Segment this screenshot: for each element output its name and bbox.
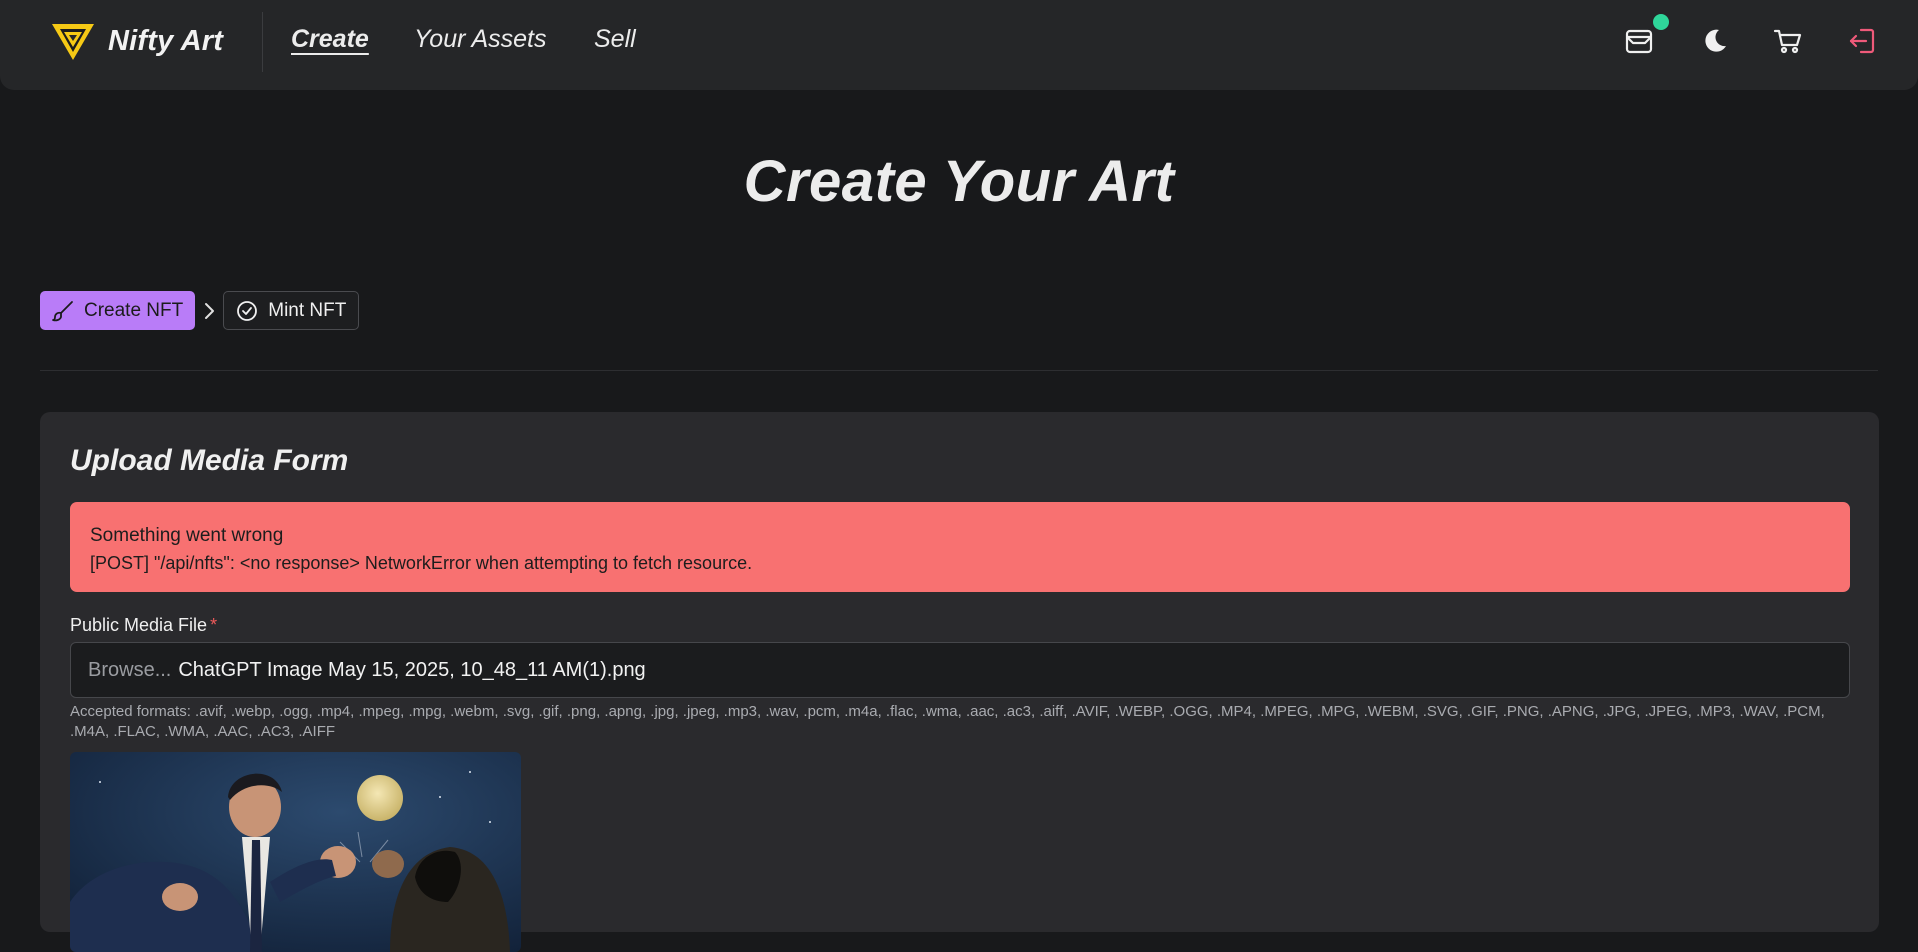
cart-icon[interactable]: [1773, 26, 1803, 56]
media-preview-image: [70, 752, 521, 952]
nav-link-sell[interactable]: Sell: [594, 25, 636, 54]
chevron-right-icon: [205, 302, 215, 319]
upload-media-form: Upload Media Form Something went wrong […: [40, 412, 1879, 952]
accepted-formats-hint: Accepted formats: .avif, .webp, .ogg, .m…: [70, 703, 1825, 740]
step-mint-nft[interactable]: Mint NFT: [223, 291, 360, 330]
stepper: Create NFT Mint NFT: [40, 291, 360, 330]
step-create-nft[interactable]: Create NFT: [40, 291, 196, 330]
nav-link-create[interactable]: Create: [291, 25, 369, 54]
browse-button[interactable]: Browse...: [88, 659, 171, 682]
logo-icon: [52, 24, 94, 60]
selected-file-name: ChatGPT Image May 15, 2025, 10_48_11 AM(…: [178, 658, 646, 681]
label-text: Public Media File: [70, 615, 208, 635]
required-mark: *: [210, 615, 218, 635]
logout-icon[interactable]: [1847, 26, 1877, 56]
alert-title: Something went wrong: [90, 525, 284, 546]
alert-message: [POST] "/api/nfts": <no response> Networ…: [90, 553, 753, 573]
media-file-input[interactable]: Browse... ChatGPT Image May 15, 2025, 10…: [70, 642, 1850, 698]
brand-name: Nifty Art: [108, 24, 224, 57]
wallet-icon[interactable]: [1624, 26, 1654, 56]
step-label: Mint NFT: [268, 299, 347, 321]
wallet-status-dot: [1653, 14, 1669, 30]
form-title: Upload Media Form: [70, 444, 349, 477]
media-field-label: Public Media File *: [70, 615, 217, 636]
moon-icon[interactable]: [1699, 26, 1729, 56]
error-alert: Something went wrong [POST] "/api/nfts":…: [70, 502, 1850, 592]
top-navbar: Nifty Art Create Your Assets Sell: [0, 0, 1918, 90]
check-circle-icon: [237, 300, 258, 321]
preview-artwork: [70, 752, 521, 952]
brand[interactable]: Nifty Art: [50, 18, 223, 64]
step-label: Create NFT: [84, 299, 184, 321]
page-title: Create Your Art: [743, 149, 1175, 214]
nav-link-your-assets[interactable]: Your Assets: [414, 25, 546, 54]
divider: [40, 370, 1878, 371]
nav-divider: [262, 12, 263, 72]
brush-icon: [52, 300, 73, 321]
